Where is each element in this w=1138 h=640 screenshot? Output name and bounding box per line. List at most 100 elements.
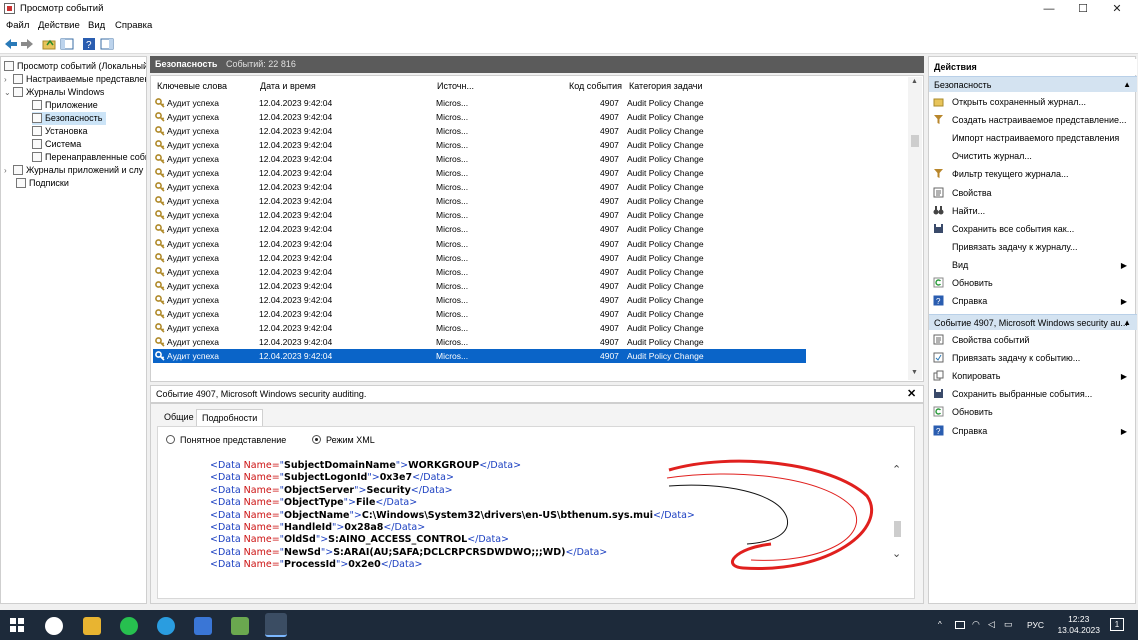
table-row[interactable]: Аудит успеха 12.04.2023 9:42:04 Micros... 4… — [153, 335, 806, 349]
yandex-browser-icon[interactable] — [45, 617, 63, 635]
whatsapp-icon[interactable] — [120, 617, 138, 635]
tree-item-forwarded[interactable]: Перенаправленные собы — [32, 151, 146, 164]
table-row[interactable]: Аудит успеха 12.04.2023 9:42:04 Micros... 4… — [153, 166, 806, 180]
tab-general[interactable]: Общие — [159, 409, 199, 426]
action-item[interactable]: Импорт настраиваемого представления — [933, 130, 1133, 147]
xml-scroll-down-icon[interactable]: ⌄ — [892, 547, 901, 560]
table-row[interactable]: Аудит успеха 12.04.2023 9:42:04 Micros... 4… — [153, 124, 806, 138]
actions-section-security[interactable]: Безопасность ▲ — [929, 76, 1137, 92]
radio-on-icon[interactable] — [312, 435, 321, 444]
maximize-button[interactable]: ☐ — [1066, 0, 1100, 18]
table-row[interactable]: Аудит успеха 12.04.2023 9:42:04 Micros... 4… — [153, 194, 806, 208]
table-row[interactable]: Аудит успеха 12.04.2023 9:42:04 Micros... 4… — [153, 251, 806, 265]
telegram-icon[interactable] — [157, 617, 175, 635]
action-item[interactable]: Очистить журнал... — [933, 148, 1133, 165]
event-viewer-taskbar-icon[interactable] — [265, 613, 287, 637]
back-arrow-icon[interactable] — [4, 37, 18, 51]
tree-item-system[interactable]: Система — [32, 138, 81, 151]
column-header-date[interactable]: Дата и время — [260, 81, 316, 91]
table-row[interactable]: Аудит успеха 12.04.2023 9:42:04 Micros... 4… — [153, 293, 806, 307]
tree-item-windows-logs[interactable]: ⌄ Журналы Windows — [4, 86, 104, 99]
menu-view[interactable]: Вид — [88, 20, 105, 31]
action-item[interactable]: Сохранить выбранные события... — [933, 386, 1133, 403]
collapse-arrow-icon[interactable]: ⌄ — [4, 86, 13, 99]
action-item[interactable]: Привязать задачу к событию... — [933, 350, 1133, 367]
action-item[interactable]: Обновить — [933, 275, 1133, 292]
table-row[interactable]: Аудит успеха 12.04.2023 9:42:04 Micros... 4… — [153, 110, 806, 124]
collapse-up-icon[interactable]: ▲ — [1123, 77, 1131, 93]
tree-item-subscriptions[interactable]: Подписки — [16, 177, 69, 190]
close-detail-icon[interactable]: ✕ — [907, 387, 916, 400]
tree-item-custom-views[interactable]: › Настраиваемые представлен — [4, 73, 146, 86]
radio-xml-view[interactable]: Режим XML — [312, 435, 375, 445]
usb-icon[interactable]: ▭ — [1004, 619, 1013, 630]
show-hide-actions-icon[interactable] — [100, 37, 114, 51]
column-header-source[interactable]: Источн... — [437, 81, 474, 91]
menu-action[interactable]: Действие — [38, 20, 80, 31]
radio-friendly-view[interactable]: Понятное представление — [166, 435, 286, 445]
table-row[interactable]: Аудит успеха 12.04.2023 9:42:04 Micros... 4… — [153, 348, 806, 363]
action-item[interactable]: Обновить — [933, 404, 1133, 421]
forward-arrow-icon[interactable] — [20, 37, 34, 51]
table-row[interactable]: Аудит успеха 12.04.2023 9:42:04 Micros... 4… — [153, 237, 806, 251]
tray-chevron-icon[interactable]: ^ — [938, 620, 942, 629]
scroll-thumb[interactable] — [911, 135, 919, 147]
notification-icon[interactable]: 1 — [1110, 618, 1124, 631]
action-item[interactable]: Открыть сохраненный журнал... — [933, 94, 1133, 111]
table-row[interactable]: Аудит успеха 12.04.2023 9:42:04 Micros... 4… — [153, 307, 806, 321]
event-list-scrollbar[interactable]: ▲ ▼ — [908, 77, 922, 380]
action-item[interactable]: Найти... — [933, 203, 1133, 220]
collapse-up-icon[interactable]: ▲ — [1123, 315, 1131, 331]
windows-start-icon[interactable] — [10, 618, 24, 632]
network-icon[interactable]: ◠ — [972, 619, 980, 630]
tree-item-root[interactable]: Просмотр событий (Локальный — [4, 60, 146, 73]
table-row[interactable]: Аудит успеха 12.04.2023 9:42:04 Micros... 4… — [153, 208, 806, 222]
column-header-event-id[interactable]: Код события — [569, 81, 622, 91]
tree-item-security[interactable]: Безопасность — [32, 112, 106, 125]
close-button[interactable]: ✕ — [1100, 0, 1134, 18]
table-row[interactable]: Аудит успеха 12.04.2023 9:42:04 Micros... 4… — [153, 96, 806, 110]
action-item[interactable]: Создать настраиваемое представление... — [933, 112, 1133, 129]
scroll-up-icon[interactable]: ▲ — [911, 78, 918, 85]
tab-details[interactable]: Подробности — [196, 409, 264, 426]
table-row[interactable]: Аудит успеха 12.04.2023 9:42:04 Micros... 4… — [153, 265, 806, 279]
xml-scroll-up-icon[interactable]: ⌃ — [892, 463, 901, 476]
table-row[interactable]: Аудит успеха 12.04.2023 9:42:04 Micros... 4… — [153, 321, 806, 335]
column-header-category[interactable]: Категория задачи — [629, 81, 702, 91]
app-icon[interactable] — [231, 617, 249, 635]
language-indicator[interactable]: РУС — [1027, 620, 1044, 630]
volume-icon[interactable]: ◁ — [988, 619, 995, 630]
action-item[interactable]: ? Справка ▶ — [933, 293, 1133, 310]
help-icon[interactable]: ? — [82, 37, 96, 51]
column-header-keywords[interactable]: Ключевые слова — [157, 81, 227, 91]
menu-help[interactable]: Справка — [115, 20, 152, 31]
store-icon[interactable] — [194, 617, 212, 635]
action-item[interactable]: Свойства — [933, 185, 1133, 202]
scroll-down-icon[interactable]: ▼ — [911, 369, 918, 376]
minimize-button[interactable]: — — [1032, 0, 1066, 18]
table-row[interactable]: Аудит успеха 12.04.2023 9:42:04 Micros... 4… — [153, 138, 806, 152]
radio-off-icon[interactable] — [166, 435, 175, 444]
file-explorer-icon[interactable] — [83, 617, 101, 635]
expand-arrow-icon[interactable]: › — [4, 73, 13, 86]
expand-arrow-icon[interactable]: › — [4, 164, 13, 177]
folder-up-icon[interactable] — [42, 37, 56, 51]
action-item[interactable]: Свойства событий — [933, 332, 1133, 349]
clock[interactable]: 12:23 13.04.2023 — [1057, 614, 1100, 636]
menu-file[interactable]: Файл — [6, 20, 29, 31]
action-item[interactable]: Привязать задачу к журналу... — [933, 239, 1133, 256]
tree-item-app-services[interactable]: › Журналы приложений и слу — [4, 164, 143, 177]
table-row[interactable]: Аудит успеха 12.04.2023 9:42:04 Micros... 4… — [153, 152, 806, 166]
show-hide-tree-icon[interactable] — [60, 37, 74, 51]
tree-item-application[interactable]: Приложение — [32, 99, 98, 112]
battery-icon[interactable] — [955, 621, 965, 629]
action-item[interactable]: Копировать ▶ — [933, 368, 1133, 385]
tree-item-setup[interactable]: Установка — [32, 125, 88, 138]
action-item[interactable]: Фильтр текущего журнала... — [933, 166, 1133, 183]
table-row[interactable]: Аудит успеха 12.04.2023 9:42:04 Micros... 4… — [153, 222, 806, 236]
action-item[interactable]: Вид ▶ — [933, 257, 1133, 274]
action-item[interactable]: Сохранить все события как... — [933, 221, 1133, 238]
table-row[interactable]: Аудит успеха 12.04.2023 9:42:04 Micros... 4… — [153, 180, 806, 194]
actions-section-event[interactable]: Событие 4907, Microsoft Windows security… — [929, 314, 1137, 330]
xml-scroll-thumb[interactable] — [894, 521, 901, 537]
